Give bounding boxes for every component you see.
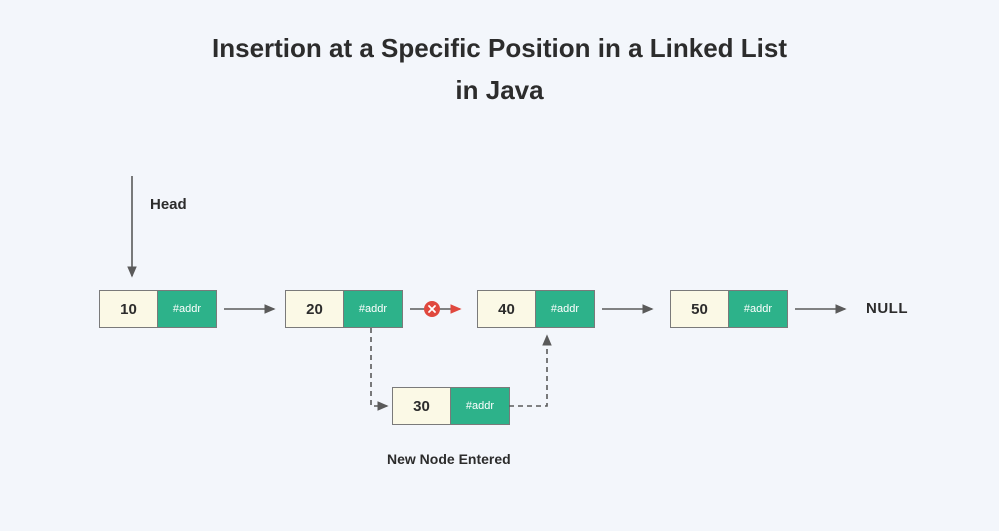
node-1-addr: #addr (158, 291, 216, 327)
head-arrow (120, 176, 150, 286)
node-3-value: 40 (478, 291, 536, 327)
head-label: Head (150, 196, 187, 213)
arrow-4-null (789, 300, 859, 320)
node-3-addr: #addr (536, 291, 594, 327)
node-4-value: 50 (671, 291, 729, 327)
node-3: 40 #addr (477, 290, 595, 328)
null-label: NULL (866, 300, 908, 317)
arrow-3-4 (596, 300, 666, 320)
new-node-addr: #addr (451, 388, 509, 424)
node-1: 10 #addr (99, 290, 217, 328)
node-4: 50 #addr (670, 290, 788, 328)
node-1-value: 10 (100, 291, 158, 327)
node-2-value: 20 (286, 291, 344, 327)
node-4-addr: #addr (729, 291, 787, 327)
diagram-stage: Head 10 #addr 20 #addr (0, 0, 999, 531)
new-node: 30 #addr (392, 387, 510, 425)
broken-link-icon (424, 301, 440, 317)
dashed-arrow-new-to-3 (509, 328, 569, 418)
dashed-arrow-2-to-new (365, 328, 405, 418)
node-2-addr: #addr (344, 291, 402, 327)
node-2: 20 #addr (285, 290, 403, 328)
arrow-1-2 (218, 300, 288, 320)
new-node-caption: New Node Entered (387, 451, 511, 467)
